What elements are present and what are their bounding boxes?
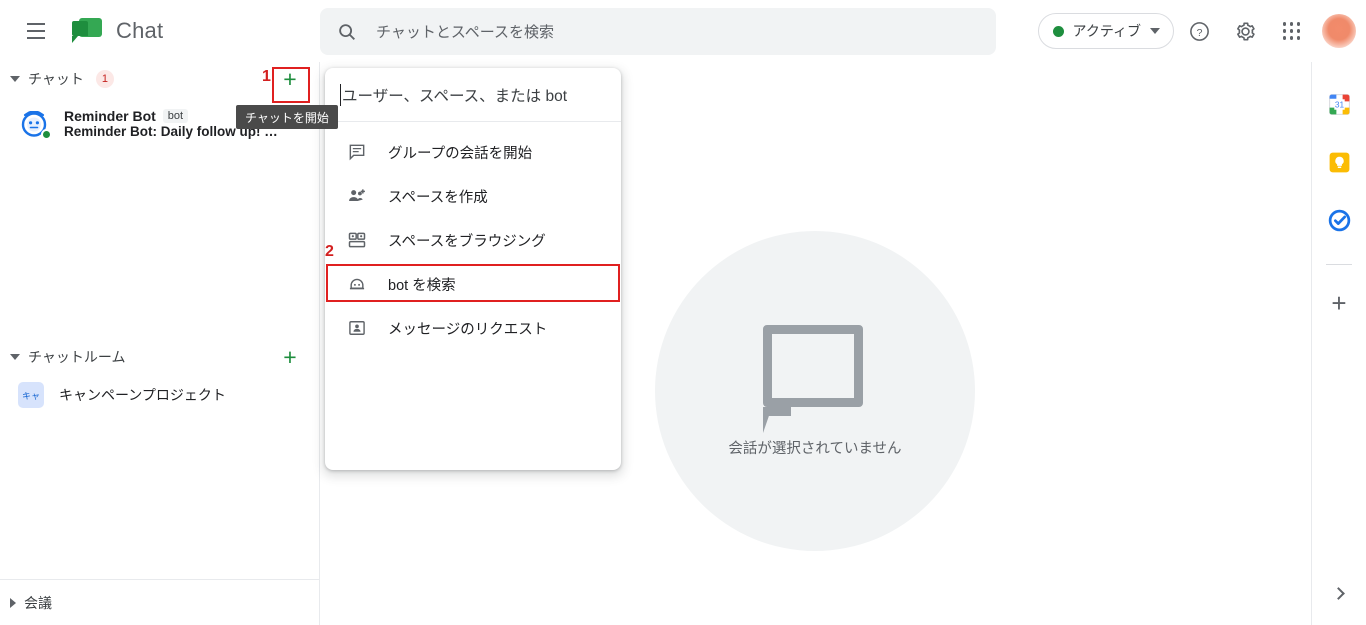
hamburger-icon[interactable] <box>12 7 60 55</box>
logo-bubble-front <box>72 21 88 43</box>
app-header: Chat チャットとスペースを検索 アクティブ ? <box>0 0 1366 62</box>
chat-logo-icon <box>72 18 102 44</box>
help-icon: ? <box>1189 21 1209 41</box>
status-label: アクティブ <box>1072 23 1141 39</box>
empty-state: 会話が選択されていません <box>655 231 975 551</box>
alarm-clock-avatar <box>18 107 52 140</box>
dropdown-search-placeholder: ユーザー、スペース、または bot <box>342 87 568 105</box>
avatar[interactable] <box>1322 14 1356 48</box>
sidebar-section-rooms-label: チャットルーム <box>28 349 126 365</box>
calendar-icon: 31 <box>1328 93 1350 115</box>
expand-panel-button[interactable] <box>1312 575 1366 611</box>
brand-logo-group[interactable]: Chat <box>72 18 163 44</box>
brand-name: Chat <box>116 18 164 43</box>
calendar-button[interactable]: 31 <box>1319 84 1359 124</box>
menu-item-browse-spaces[interactable]: スペースをブラウジング <box>325 218 621 262</box>
chevron-down-icon <box>1150 28 1160 34</box>
menu-item-label: スペースをブラウジング <box>388 233 546 250</box>
search-placeholder: チャットとスペースを検索 <box>376 24 555 41</box>
list-item[interactable]: キャ キャンペーンプロジェクト <box>0 374 319 416</box>
chevron-down-icon <box>10 354 20 360</box>
hamburger-line <box>27 30 45 32</box>
svg-text:?: ? <box>1196 26 1202 38</box>
chevron-down-icon <box>10 76 20 82</box>
text-cursor <box>340 83 341 106</box>
chat-lines-icon <box>349 144 365 161</box>
sidebar-section-meet[interactable]: 会議 <box>0 580 320 625</box>
add-addon-button[interactable]: + <box>1319 283 1359 323</box>
chat-bubble-icon <box>763 324 863 433</box>
side-panel-rail: 31 + <box>1311 62 1366 625</box>
search-icon <box>339 23 355 40</box>
step-number-2: 2 <box>325 243 334 260</box>
menu-item-group-conversation[interactable]: グループの会話を開始 <box>325 130 621 174</box>
dropdown-search-input[interactable]: ユーザー、スペース、または bot <box>325 68 621 122</box>
conversation-name: Reminder Bot <box>64 107 156 124</box>
sidebar-section-meet-label: 会議 <box>24 594 52 611</box>
dropdown-menu-list: グループの会話を開始 スペースを作成 スペースをブラウジング bot を検索 メ… <box>325 122 621 350</box>
keep-button[interactable] <box>1319 142 1359 182</box>
bot-tag: bot <box>162 108 189 123</box>
chat-unread-badge: 1 <box>95 70 114 88</box>
sidebar-section-chat[interactable]: チャット 1 + <box>0 62 319 96</box>
menu-item-label: スペースを作成 <box>388 189 488 206</box>
browse-spaces-icon <box>348 232 366 248</box>
menu-item-create-space[interactable]: スペースを作成 <box>325 174 621 218</box>
room-avatar: キャ <box>18 382 44 408</box>
menu-item-label: グループの会話を開始 <box>388 145 533 162</box>
rail-divider <box>1326 264 1352 265</box>
apps-button[interactable] <box>1270 10 1312 52</box>
svg-text:31: 31 <box>1334 99 1344 109</box>
step-number-1: 1 <box>262 68 271 85</box>
chat-app-window: Chat チャットとスペースを検索 アクティブ ? チャット 1 + Remin… <box>0 0 1366 625</box>
sidebar-section-chat-label: チャット <box>28 71 84 87</box>
header-actions: アクティブ ? <box>1037 0 1356 62</box>
chevron-right-icon <box>10 597 16 608</box>
hamburger-line <box>27 37 45 39</box>
people-add-icon <box>349 189 365 201</box>
tasks-icon <box>1328 209 1350 231</box>
status-dropdown[interactable]: アクティブ <box>1037 13 1174 49</box>
help-button[interactable]: ? <box>1178 10 1220 52</box>
person-card-icon <box>349 321 365 335</box>
settings-button[interactable] <box>1224 10 1266 52</box>
robot-icon <box>349 278 365 290</box>
status-dot-icon <box>1052 25 1064 37</box>
menu-item-label: メッセージのリクエスト <box>388 321 548 338</box>
sidebar: チャット 1 + Reminder Bot bot Reminder Bot: … <box>0 62 320 625</box>
tooltip: チャットを開始 <box>236 105 338 129</box>
plus-icon: + <box>1331 288 1347 318</box>
sidebar-section-rooms[interactable]: チャットルーム + <box>0 340 319 374</box>
tasks-button[interactable] <box>1319 200 1359 240</box>
menu-item-message-requests[interactable]: メッセージのリクエスト <box>325 306 621 350</box>
search-input[interactable]: チャットとスペースを検索 <box>320 8 996 55</box>
presence-dot-icon <box>41 129 52 140</box>
menu-item-find-bot[interactable]: bot を検索 <box>325 262 621 306</box>
keep-icon <box>1329 152 1349 172</box>
menu-item-label: bot を検索 <box>388 277 456 294</box>
start-chat-button[interactable]: + <box>273 67 307 91</box>
apps-grid-icon <box>1282 22 1300 40</box>
chevron-right-icon <box>1331 586 1345 600</box>
create-room-button[interactable]: + <box>273 345 307 369</box>
hamburger-line <box>27 23 45 25</box>
start-chat-dropdown: ユーザー、スペース、または bot グループの会話を開始 スペースを作成 スペー… <box>325 68 621 470</box>
room-name: キャンペーンプロジェクト <box>59 387 226 403</box>
gear-icon <box>1236 21 1255 41</box>
empty-state-text: 会話が選択されていません <box>728 440 902 457</box>
